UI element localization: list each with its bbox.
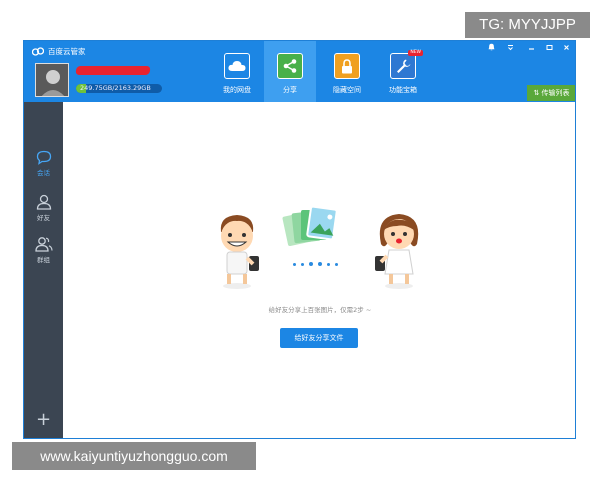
share-icon bbox=[277, 53, 303, 79]
sidebar-item-groups[interactable]: 群组 bbox=[24, 236, 63, 264]
sidebar-item-friends[interactable]: 好友 bbox=[24, 194, 63, 222]
storage-quota: 249.75GB/2163.29GB bbox=[76, 84, 162, 93]
baidu-cloud-window: 百度云管家 249.75GB/2163.29GB 我的网盘 分享 隐藏空间 NE… bbox=[23, 40, 576, 439]
person-icon bbox=[36, 194, 51, 210]
tab-toolbox[interactable]: NEW 功能宝箱 bbox=[377, 41, 429, 102]
sidebar-item-label: 群组 bbox=[37, 256, 50, 264]
top-bar: 百度云管家 249.75GB/2163.29GB 我的网盘 分享 隐藏空间 NE… bbox=[24, 41, 575, 102]
dot bbox=[309, 262, 313, 266]
maximize-icon[interactable] bbox=[542, 43, 556, 55]
app-title-label: 百度云管家 bbox=[48, 46, 86, 56]
sidebar-item-chats[interactable]: 会话 bbox=[24, 150, 63, 177]
new-badge: NEW bbox=[408, 50, 423, 56]
tab-label: 分享 bbox=[283, 86, 297, 94]
baidu-cloud-logo-icon bbox=[32, 46, 44, 56]
share-files-with-friends-button[interactable]: 给好友分享文件 bbox=[280, 328, 358, 348]
share-main-panel: 给好友分享上百张图片，仅需2步 ~ 给好友分享文件 bbox=[63, 102, 575, 438]
dot bbox=[335, 262, 338, 266]
sidebar-item-label: 会话 bbox=[37, 169, 50, 177]
sidebar-item-label: 好友 bbox=[37, 214, 50, 222]
group-icon bbox=[34, 237, 53, 252]
watermark-bottom: www.kaiyuntiyuzhongguo.com bbox=[12, 442, 256, 470]
girl-cartoon-icon bbox=[375, 214, 419, 289]
tab-share[interactable]: 分享 bbox=[264, 41, 316, 102]
tab-hidden-space[interactable]: 隐藏空间 bbox=[321, 41, 373, 102]
storage-quota-text: 249.75GB/2163.29GB bbox=[80, 84, 151, 92]
lock-icon bbox=[334, 53, 360, 79]
avatar[interactable] bbox=[35, 63, 69, 97]
transfer-list-button[interactable]: ⇅ 传输列表 bbox=[527, 85, 575, 101]
add-button[interactable]: + bbox=[24, 410, 63, 430]
tab-my-netdisk[interactable]: 我的网盘 bbox=[211, 41, 263, 102]
share-illustration bbox=[213, 204, 433, 294]
chat-bubble-icon bbox=[36, 150, 51, 165]
share-hint-text: 给好友分享上百张图片，仅需2步 ~ bbox=[268, 306, 372, 314]
dot bbox=[318, 262, 322, 266]
cloud-icon bbox=[224, 53, 250, 79]
watermark-top: TG: MYYJJPP bbox=[465, 12, 590, 38]
close-icon[interactable] bbox=[559, 43, 573, 55]
left-sidebar: 会话 好友 群组 + bbox=[24, 102, 63, 438]
dot bbox=[293, 262, 296, 266]
tab-label: 我的网盘 bbox=[223, 86, 251, 94]
photos-stack-icon bbox=[282, 205, 338, 247]
menu-chevron-down-icon[interactable] bbox=[503, 43, 517, 55]
tab-label: 隐藏空间 bbox=[333, 86, 361, 94]
progress-dots bbox=[293, 262, 338, 266]
boy-cartoon-icon bbox=[220, 215, 259, 289]
dot bbox=[301, 262, 304, 266]
username-redacted bbox=[75, 66, 151, 75]
notification-bell-icon[interactable] bbox=[484, 43, 498, 55]
app-title: 百度云管家 bbox=[32, 44, 86, 58]
dot bbox=[327, 262, 330, 266]
tab-label: 功能宝箱 bbox=[389, 86, 417, 94]
minimize-icon[interactable] bbox=[524, 43, 538, 55]
transfer-list-label: 传输列表 bbox=[541, 89, 570, 97]
wrench-icon bbox=[390, 53, 416, 79]
transfer-icon: ⇅ bbox=[533, 89, 540, 97]
